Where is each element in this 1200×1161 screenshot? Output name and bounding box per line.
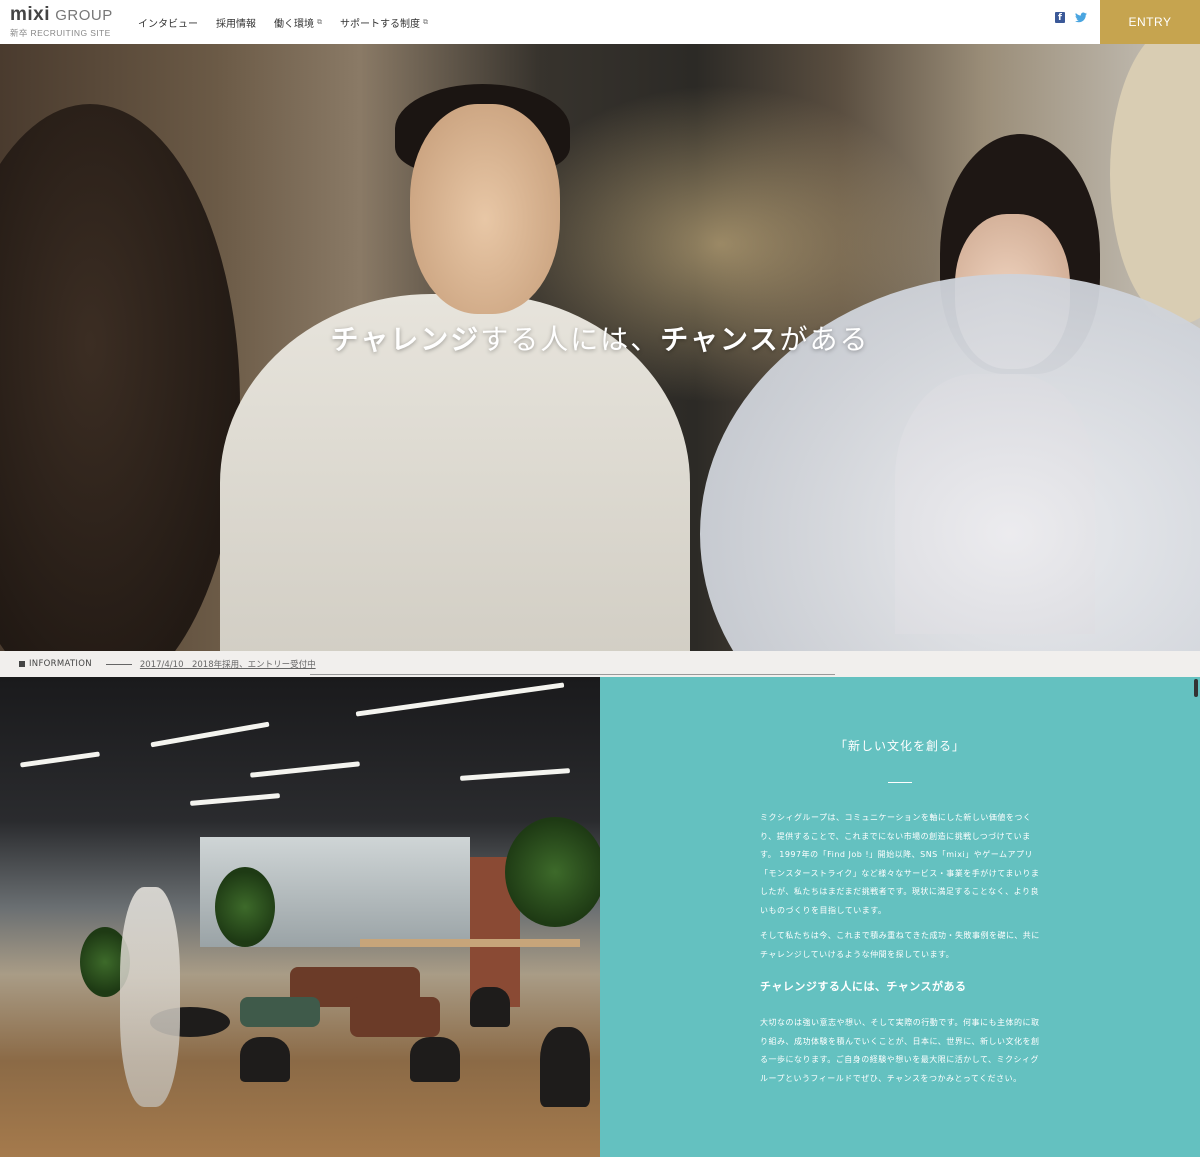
ceiling-light (250, 761, 360, 778)
about-panel: 「新しい文化を創る」 ミクシィグループは、コミュニケーションを軸にした新しい価値… (600, 677, 1200, 1157)
office-photo (0, 677, 600, 1157)
news-link[interactable]: 2017/4/10 2018年採用、エントリー受付中 (140, 658, 316, 670)
walking-person (120, 887, 180, 1107)
logo-group: GROUP (55, 7, 113, 24)
nav-item-label: サポートする制度 (340, 18, 420, 30)
lounge-chair (540, 1027, 590, 1107)
nav-item-label: インタビュー (138, 18, 198, 30)
hero-headline-part: がある (779, 323, 870, 356)
ceiling-light (150, 721, 270, 748)
panel-paragraph: 大切なのは強い意志や想い、そして実際の行動です。何事にも主体的に取り組み、成功体… (760, 1018, 1040, 1083)
ceiling-light (459, 768, 571, 781)
hero-headline: チャレンジする人には、チャンスがある (0, 318, 1200, 358)
sofa (350, 997, 440, 1037)
facebook-icon[interactable]: f (1055, 12, 1065, 23)
long-table (360, 939, 580, 947)
logo-subtitle: 新卒 RECRUITING SITE (10, 28, 111, 38)
ceiling-light (189, 793, 281, 806)
panel-title: 「新しい文化を創る」 (834, 739, 965, 753)
social-links: f (1055, 12, 1087, 25)
lounge-chair (470, 987, 510, 1027)
hero-headline-part: チャレンジ (330, 323, 481, 356)
nav-item-recruit-info[interactable]: 採用情報 (216, 15, 256, 30)
nav-item-label: 採用情報 (216, 18, 256, 30)
logo[interactable]: mixi GROUP 新卒 RECRUITING SITE (10, 4, 120, 40)
logo-text: mixi GROUP (10, 4, 120, 25)
lounge-chair (410, 1037, 460, 1082)
nav-item-support-system[interactable]: サポートする制度 ⧉ (340, 15, 428, 30)
lounge-chair (240, 1037, 290, 1082)
ceiling-light (20, 751, 100, 768)
nav-item-work-environment[interactable]: 働く環境 ⧉ (274, 15, 322, 30)
information-label: INFORMATION (29, 659, 92, 669)
hero-section: チャレンジする人には、チャンスがある (0, 44, 1200, 651)
hero-headline-part: チャンス (660, 323, 780, 356)
coffee-table (240, 997, 320, 1027)
plant (505, 817, 600, 927)
plant (215, 867, 275, 947)
entry-button[interactable]: ENTRY (1100, 0, 1200, 44)
square-bullet-icon (19, 661, 25, 667)
hero-photo-shape (1110, 44, 1200, 324)
divider (310, 674, 835, 675)
panel-heading: チャレンジする人には、チャンスがある (760, 980, 967, 993)
scrollbar-thumb[interactable] (1194, 679, 1198, 697)
hero-photo-shape (410, 104, 560, 314)
information-bar: INFORMATION 2017/4/10 2018年採用、エントリー受付中 (0, 651, 1200, 677)
panel-paragraph: そして私たちは今、これまで積み重ねてきた成功・失敗事例を礎に、共にチャレンジして… (760, 931, 1040, 959)
nav-item-label: 働く環境 (274, 18, 314, 30)
hero-photo-shape (0, 104, 240, 651)
divider (888, 782, 912, 783)
external-link-icon: ⧉ (317, 17, 322, 26)
external-link-icon: ⧉ (423, 17, 428, 26)
twitter-icon[interactable] (1075, 12, 1087, 25)
main-nav: インタビュー 採用情報 働く環境 ⧉ サポートする制度 ⧉ (138, 0, 446, 44)
nav-item-interview[interactable]: インタビュー (138, 15, 198, 30)
panel-paragraph: ミクシィグループは、コミュニケーションを軸にした新しい価値をつくり、提供すること… (760, 813, 1040, 915)
hero-headline-part: する人には、 (480, 323, 661, 356)
ceiling-light (355, 682, 565, 717)
site-header: mixi GROUP 新卒 RECRUITING SITE インタビュー 採用情… (0, 0, 1200, 44)
divider (105, 663, 132, 665)
logo-brand: mixi (10, 4, 51, 25)
